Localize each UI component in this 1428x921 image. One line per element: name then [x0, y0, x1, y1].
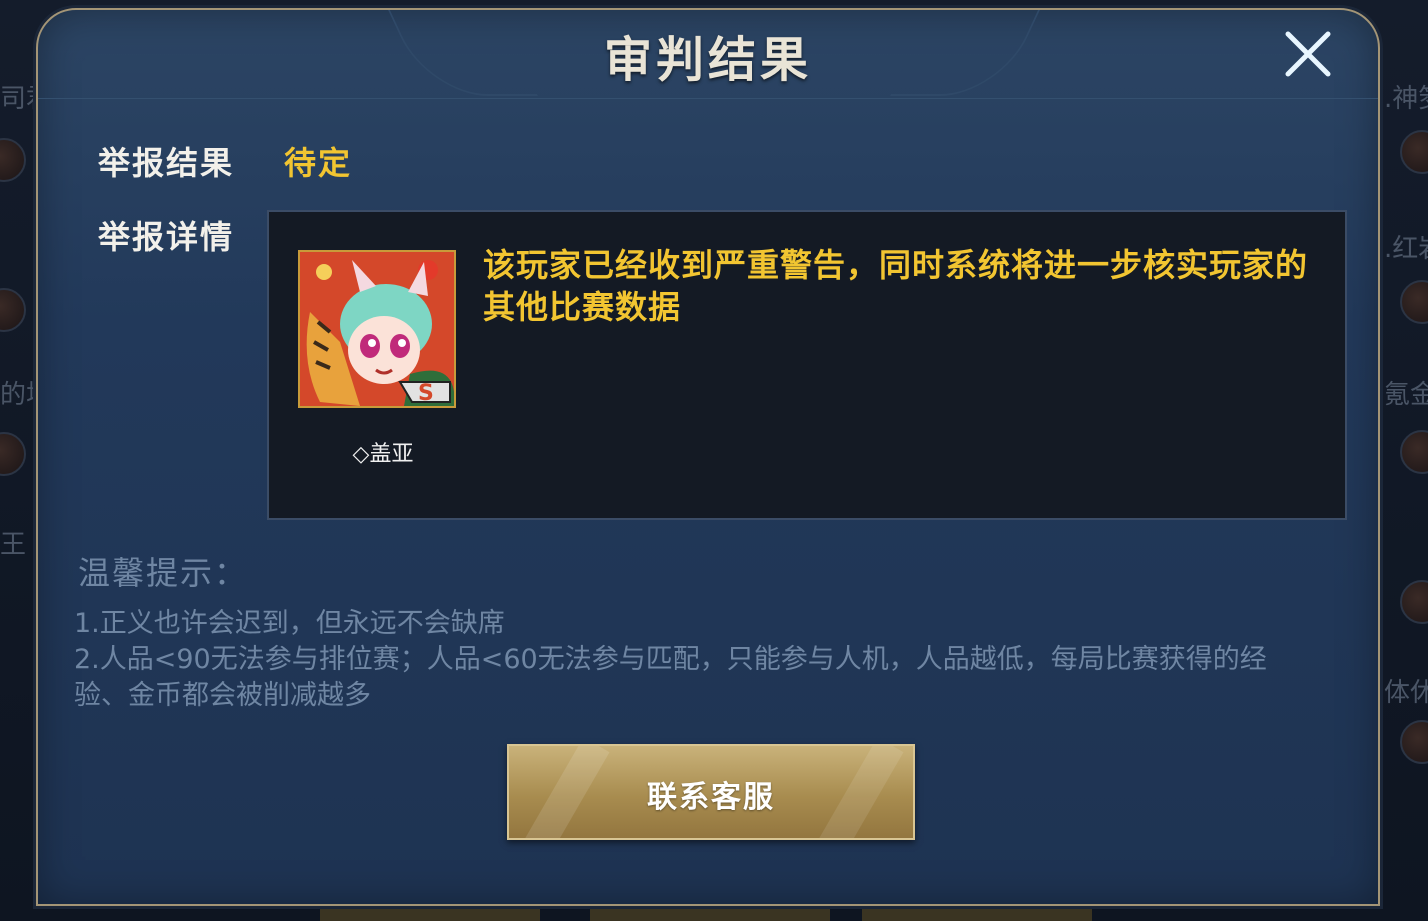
background-avatar: [0, 288, 26, 332]
player-avatar: S: [298, 250, 456, 408]
background-text-fragment: 体休得: [1384, 678, 1428, 708]
judgement-result-dialog: 审判结果 举报结果 待定 举报详情 S ◇盖亚 该玩家已经收到严重警告，同时系统…: [36, 8, 1380, 906]
background-avatar: [1400, 430, 1428, 474]
report-detail-panel: S ◇盖亚 该玩家已经收到严重警告，同时系统将进一步核实玩家的其他比赛数据: [267, 210, 1347, 520]
background-text-fragment: .神筊: [1384, 84, 1428, 114]
player-name: ◇盖亚: [352, 442, 414, 467]
close-button[interactable]: [1282, 28, 1334, 80]
background-avatar: [0, 138, 26, 182]
background-avatar: [1400, 720, 1428, 764]
background-text-fragment: 氪金: [1384, 380, 1428, 410]
contact-support-label: 联系客服: [647, 780, 775, 815]
background-avatar: [0, 432, 26, 476]
dialog-header: 审判结果: [38, 10, 1378, 99]
tips-title: 温馨提示：: [78, 554, 249, 592]
background-avatar: [1400, 280, 1428, 324]
tip-line: 验、金币都会被削减越多: [74, 680, 371, 711]
background-text-fragment: .红岩: [1384, 234, 1428, 264]
tip-line: 2.人品<90无法参与排位赛；人品<60无法参与匹配，只能参与人机，人品越低，每…: [74, 644, 1267, 675]
game-screen: 司君 的坑 王 .神筊 .红岩 氪金 体休得 审判结果 举报结果 待定 举报详情: [0, 0, 1428, 921]
background-avatar: [1400, 580, 1428, 624]
report-detail-message: 该玩家已经收到严重警告，同时系统将进一步核实玩家的其他比赛数据: [483, 246, 1309, 326]
player-avatar-image: S: [300, 252, 454, 406]
dialog-title: 审判结果: [603, 32, 812, 88]
tip-line: 1.正义也许会迟到，但永远不会缺席: [74, 608, 505, 639]
contact-support-button[interactable]: 联系客服: [507, 744, 915, 840]
report-detail-label: 举报详情: [98, 218, 235, 256]
close-icon: [1285, 31, 1331, 77]
report-result-label: 举报结果: [98, 144, 235, 182]
background-avatar: [1400, 130, 1428, 174]
report-result-value: 待定: [284, 144, 353, 182]
background-text-fragment: 王: [0, 530, 27, 560]
svg-text:S: S: [418, 381, 434, 406]
